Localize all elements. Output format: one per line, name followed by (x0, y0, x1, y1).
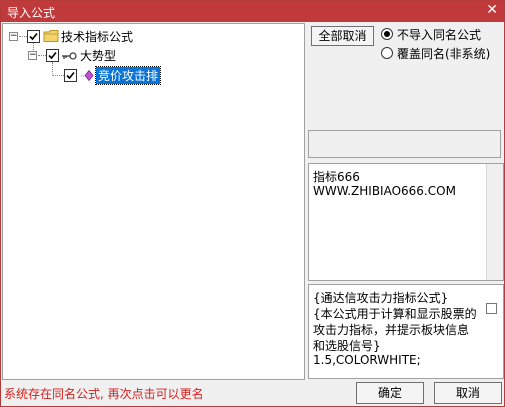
radio-skip-duplicates[interactable] (381, 28, 393, 40)
code-line: 1.5,COLORWHITE; (313, 353, 421, 367)
close-icon[interactable]: ✕ (486, 2, 498, 18)
formula-info-box[interactable]: 指标666 WWW.ZHIBIAO666.COM (308, 163, 504, 281)
item-checkbox[interactable] (64, 69, 77, 82)
tree-item-label[interactable]: 竞价攻击排 (94, 66, 162, 85)
tree-connector (52, 75, 64, 76)
root-checkbox[interactable] (27, 30, 40, 43)
tree-connector (38, 55, 46, 56)
collapse-group-icon[interactable]: − (28, 51, 37, 60)
radio-overwrite-duplicates-label[interactable]: 覆盖同名(非系统) (397, 45, 490, 62)
cancel-button[interactable]: 取消 (434, 382, 502, 404)
folder-icon (43, 30, 59, 42)
code-line: {通达信攻击力指标公式} (313, 291, 449, 305)
empty-panel (308, 130, 501, 158)
info-line: 指标666 (313, 170, 360, 184)
collapse-root-icon[interactable]: − (9, 32, 18, 41)
tree-connector (19, 36, 27, 37)
key-icon (62, 52, 77, 60)
formula-tree[interactable]: − 技术指标公式 − 大势型 竞价攻击排 (2, 23, 305, 380)
status-message: 系统存在同名公式, 再次点击可以更名 (4, 387, 204, 401)
import-formula-dialog: 导入公式 ✕ − 技术指标公式 − 大势型 竞价攻击排 全部取消 不导入同名公式… (0, 0, 505, 407)
radio-skip-duplicates-label[interactable]: 不导入同名公式 (397, 26, 481, 43)
title-bar[interactable]: 导入公式 ✕ (1, 1, 504, 22)
tree-group-label[interactable]: 大势型 (80, 47, 116, 64)
info-line: WWW.ZHIBIAO666.COM (313, 184, 456, 198)
info-scrollbar[interactable] (486, 164, 503, 280)
dialog-title: 导入公式 (7, 6, 56, 20)
diamond-icon (81, 69, 94, 82)
formula-code-box[interactable]: {通达信攻击力指标公式} {本公式用于计算和显示股票的 攻击力指标，并提示板块信… (308, 284, 504, 379)
code-line: {本公式用于计算和显示股票的 (313, 307, 477, 321)
radio-overwrite-duplicates[interactable] (381, 47, 393, 59)
code-option-checkbox[interactable] (486, 303, 497, 314)
tree-root-label[interactable]: 技术指标公式 (61, 28, 133, 45)
deselect-all-button[interactable]: 全部取消 (311, 26, 374, 46)
tree-connector (52, 62, 53, 76)
group-checkbox[interactable] (46, 49, 59, 62)
code-line: 攻击力指标，并提示板块信息 (313, 323, 470, 337)
code-line: 和选股信号} (313, 339, 381, 353)
ok-button[interactable]: 确定 (356, 382, 424, 404)
